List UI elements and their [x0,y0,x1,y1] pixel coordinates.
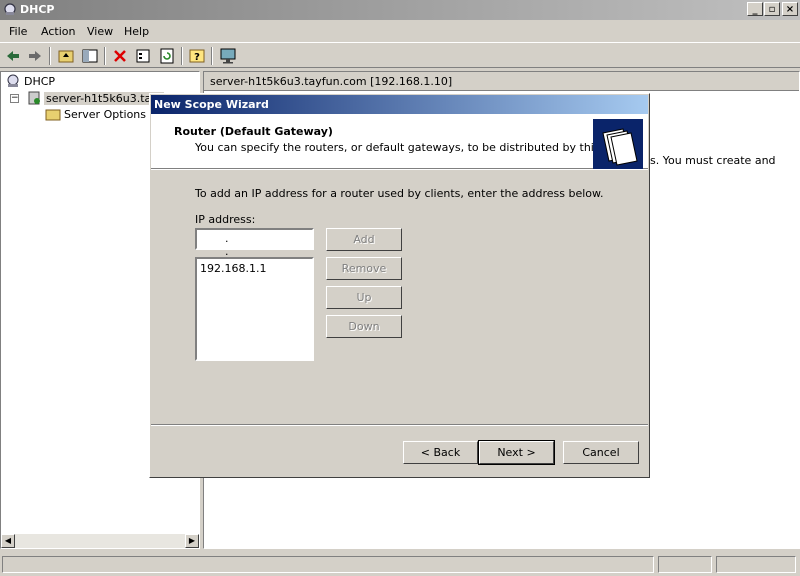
up-button[interactable]: Up [326,286,402,309]
wizard-folder-icon [593,119,643,169]
tree-root-dhcp[interactable]: DHCP [24,75,55,88]
dhcp-root-icon [7,74,19,87]
ip-address-input[interactable]: . . . [195,228,314,271]
status-panel-main [2,556,654,573]
details-description-text: s. You must create and [650,154,776,167]
tree-item-server-options[interactable]: Server Options [64,108,146,121]
status-bar [0,553,800,576]
help-icon[interactable]: ? [187,46,207,66]
menu-action[interactable]: Action [41,25,75,38]
show-hide-tree-icon[interactable] [80,46,100,66]
details-header: server-h1t5k6u3.tayfun.com [192.168.1.10… [204,72,799,91]
remove-button[interactable]: Remove [326,257,402,280]
refresh-icon[interactable] [157,46,177,66]
wizard-page-subtitle: You can specify the routers, or default … [195,141,639,154]
back-button[interactable]: < Back [403,441,478,464]
tree-collapse-toggle[interactable]: − [10,94,19,103]
wizard-page-title: Router (Default Gateway) [174,125,333,138]
console-icon[interactable] [218,46,238,66]
wizard-header: Router (Default Gateway) You can specify… [151,114,648,169]
router-list-item[interactable]: 192.168.1.1 [200,262,266,275]
menu-view[interactable]: View [87,25,113,38]
menu-file[interactable]: File [9,25,27,38]
status-panel-3 [716,556,796,573]
tree-horizontal-scrollbar[interactable]: ◀ ▶ [1,534,199,548]
up-folder-icon[interactable] [56,46,76,66]
svg-text:?: ? [194,52,200,63]
scroll-left-icon[interactable]: ◀ [1,534,15,548]
close-button[interactable]: × [782,2,798,16]
new-scope-wizard-dialog: New Scope Wizard Router (Default Gateway… [149,93,650,478]
menu-bar: File Action View Help [0,21,800,41]
wizard-title-bar[interactable]: New Scope Wizard [151,95,648,114]
next-button[interactable]: Next > [478,440,555,465]
delete-icon[interactable] [110,46,130,66]
details-header-text: server-h1t5k6u3.tayfun.com [192.168.1.10… [210,75,453,88]
router-address-list[interactable]: 192.168.1.1 [195,257,314,361]
dhcp-app-icon [4,3,16,15]
window-title-bar[interactable]: DHCP _ ▫ × [0,0,800,20]
toolbar: ? [0,42,800,68]
back-arrow-icon[interactable] [3,46,23,66]
forward-arrow-icon[interactable] [25,46,45,66]
menu-help[interactable]: Help [124,25,149,38]
scroll-right-icon[interactable]: ▶ [185,534,199,548]
status-panel-2 [658,556,712,573]
restore-button[interactable]: ▫ [764,2,780,16]
add-button[interactable]: Add [326,228,402,251]
down-button[interactable]: Down [326,315,402,338]
wizard-instruction: To add an IP address for a router used b… [195,187,604,200]
window-title: DHCP [20,3,55,16]
tree-item-server[interactable]: server-h1t5k6u3.tayf [44,92,164,105]
cancel-button[interactable]: Cancel [563,441,639,464]
wizard-title: New Scope Wizard [154,98,269,111]
minimize-button[interactable]: _ [747,2,763,16]
properties-icon[interactable] [133,46,153,66]
ip-address-label: IP address: [195,213,256,226]
folder-icon [45,109,61,121]
server-icon [28,91,40,105]
